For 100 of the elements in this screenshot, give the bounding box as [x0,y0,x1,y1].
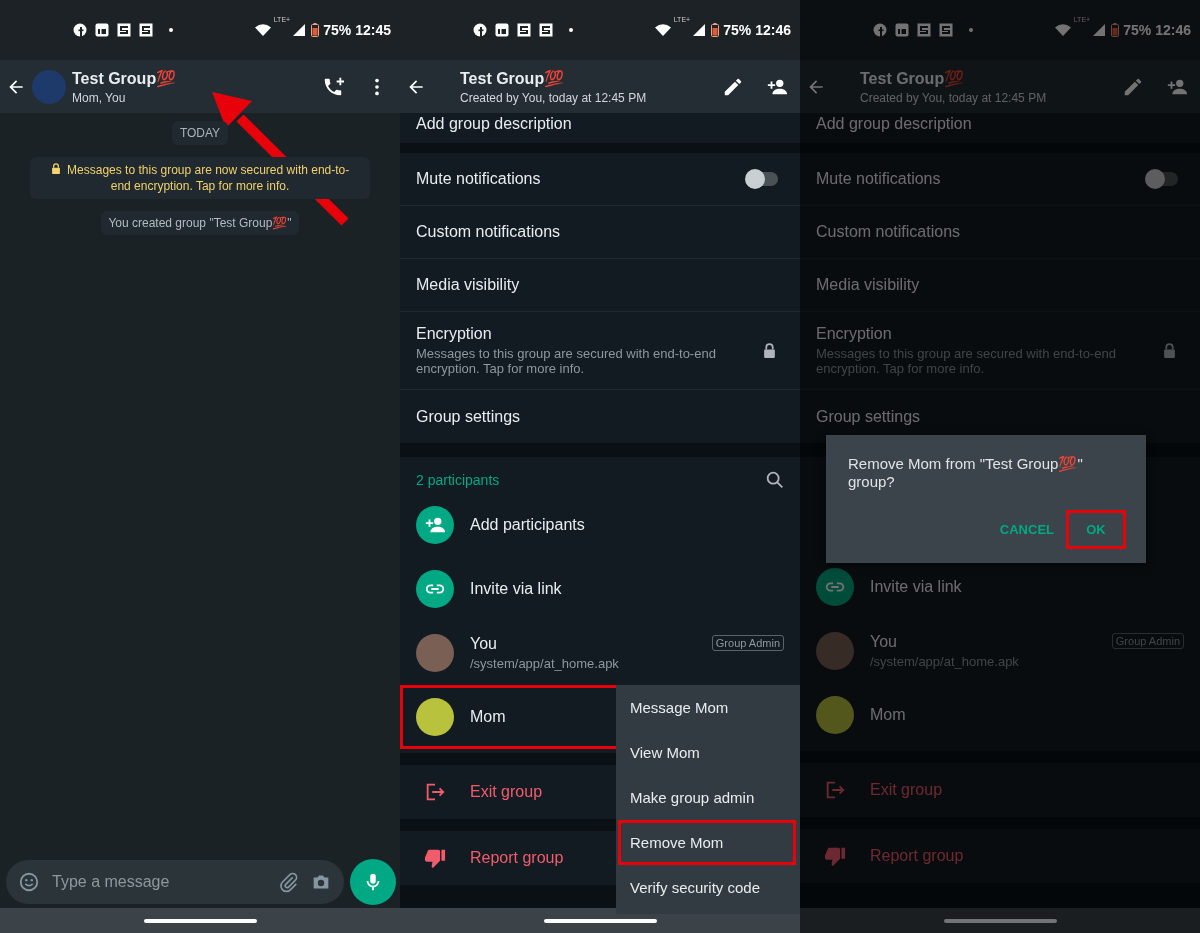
notification-icon [873,23,887,37]
lock-icon [50,163,61,174]
message-input-field[interactable]: Type a message [50,872,268,892]
mute-toggle[interactable] [748,172,778,186]
notification-icon [473,23,487,37]
battery-level: 75% [323,22,352,38]
lock-icon [763,343,776,358]
setting-label: Encryption [816,325,893,343]
date-chip: TODAY [171,121,229,145]
participant-about: /system/app/at_home.apk [470,656,620,671]
home-gesture-bar[interactable] [143,918,257,923]
notification-icon [895,23,909,37]
notification-icon [539,23,553,37]
notification-icon [139,23,153,37]
setting-label: Media visibility [416,276,521,294]
action-label: Add participants [470,516,585,534]
participant-name: Mom [470,708,507,726]
home-gesture-bar[interactable] [543,918,657,923]
notification-icon [939,23,953,37]
participant-action[interactable]: Add participants [400,493,800,557]
search-icon[interactable] [764,469,786,491]
group-action-label: Exit group [470,783,543,801]
battery-level: 75% [723,22,752,38]
clock-time: 12:45 [355,22,391,38]
settings-row[interactable]: Mute notifications [400,153,800,206]
group-members: Mom, You [72,90,127,105]
group-title: Test Group💯 [460,68,566,88]
settings-row[interactable]: Group settings [400,390,800,443]
group-action-label: Exit group [870,781,943,799]
participant-action[interactable]: Invite via link [800,555,1200,619]
settings-row[interactable]: Mute notifications [800,153,1200,206]
notification-icon [517,23,531,37]
microphone-button[interactable] [350,859,396,905]
wifi-icon [654,24,671,36]
action-label: Invite via link [870,578,962,596]
group-action-label: Report group [870,847,964,865]
battery-icon [311,23,320,37]
more-notifications-icon [169,28,173,32]
group-action-label: Report group [470,849,564,867]
participant-row[interactable]: Mom [800,683,1200,747]
avatar-placeholder [816,632,854,670]
avatar-placeholder [816,696,854,734]
setting-label: Encryption [416,325,493,343]
notification-icon [495,23,509,37]
participant-row[interactable]: You /system/app/at_home.apk Group Admin [800,619,1200,683]
admin-badge: Group Admin [1111,633,1184,649]
participant-action[interactable]: Invite via link [400,557,800,621]
battery-level: 75% [1123,22,1152,38]
paperclip-icon[interactable] [278,871,300,893]
wifi-icon [1054,24,1071,36]
setting-label: Mute notifications [816,170,942,188]
group-title: Test Group💯 [860,68,966,88]
exit-icon [824,779,846,801]
setting-label: Mute notifications [416,170,542,188]
emoji-icon[interactable] [18,871,40,893]
participant-about: /system/app/at_home.apk [870,654,1020,669]
group-created-info: Created by You, today at 12:45 PM [460,90,648,105]
more-notifications-icon [569,28,573,32]
group-title[interactable]: Test Group💯 [72,68,300,88]
setting-label: Group settings [816,407,922,426]
avatar-placeholder [416,698,454,736]
add-call-icon[interactable] [322,75,344,98]
setting-label: Custom notifications [816,223,962,241]
lock-icon [1163,343,1176,358]
signal-icon [293,24,306,36]
thumbs-down-icon [424,847,446,869]
clock-time: 12:46 [755,22,791,38]
notification-icon [917,23,931,37]
message-composer[interactable]: Type a message [6,860,344,904]
system-message: You created group "Test Group💯" [101,211,299,235]
notification-icon [117,23,131,37]
mute-toggle[interactable] [1148,172,1178,186]
setting-label: Group settings [416,407,522,426]
wifi-icon [254,24,271,36]
participant-row[interactable]: You /system/app/at_home.apk Group Admin [400,621,800,685]
encryption-notice[interactable]: Messages to this group are now secured with end-to-end encryption. Tap for more info. [30,157,370,199]
settings-row[interactable]: Media visibility [800,259,1200,312]
settings-row[interactable]: Custom notifications [800,206,1200,259]
battery-icon [711,23,720,37]
setting-label: Custom notifications [416,223,562,241]
setting-description: Messages to this group are secured with end-to-end encryption. Tap for more info. [416,346,717,376]
thumbs-down-icon [824,845,846,867]
signal-icon [693,24,706,36]
signal-icon [1093,24,1106,36]
exit-icon [424,781,446,803]
avatar-placeholder [416,634,454,672]
dialog-message: Remove Mom from "Test Group💯" group? [848,455,1084,490]
menu-item[interactable]: Make group admin [616,775,800,820]
participant-name: You [470,635,498,653]
group-created-info: Created by You, today at 12:45 PM [860,90,1048,105]
clock-time: 12:46 [1155,22,1191,38]
notification-icon [73,23,87,37]
notification-icon [95,23,109,37]
more-notifications-icon [969,28,973,32]
setting-label: Media visibility [816,276,921,294]
participant-name: You [870,633,898,651]
admin-badge: Group Admin [711,635,784,651]
action-label: Invite via link [470,580,562,598]
participant-name: Mom [870,706,907,724]
participants-count: 2 participants [416,472,500,488]
